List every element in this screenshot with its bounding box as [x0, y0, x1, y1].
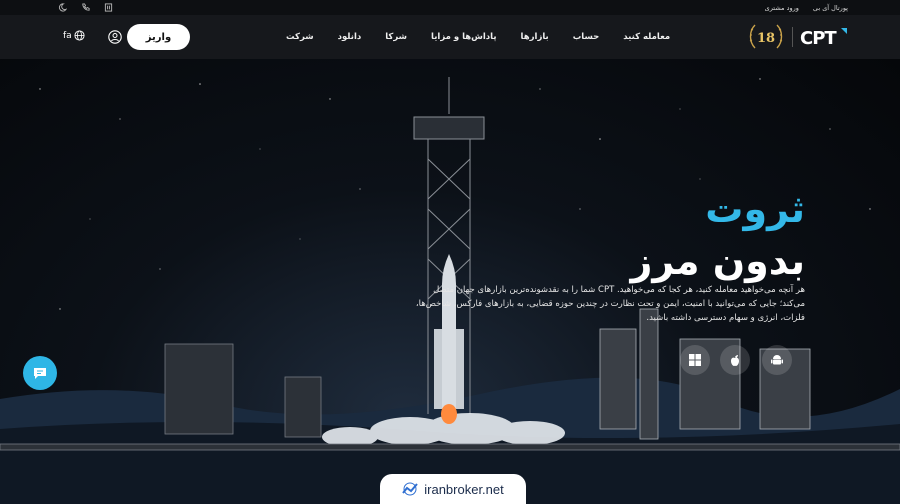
- badge-number: 18: [757, 31, 775, 46]
- logo-arrow-icon: [841, 28, 847, 34]
- apple-icon: [731, 355, 739, 366]
- main-menu: معامله کنید حساب بازارها پاداش‌ها و مزای…: [262, 32, 670, 42]
- building-icon[interactable]: [104, 3, 113, 12]
- hero-section: ثروت بدون مرز هر آنچه می‌خواهید معامله ک…: [0, 59, 900, 504]
- android-download-button[interactable]: [762, 345, 792, 375]
- cpt-logo[interactable]: CPT: [800, 28, 837, 49]
- menu-item-download[interactable]: دانلود: [338, 32, 362, 42]
- nav-divider: [792, 27, 793, 47]
- watermark-text: iranbroker.net: [424, 481, 504, 497]
- utility-icons: [58, 3, 113, 12]
- menu-item-account[interactable]: حساب: [573, 32, 600, 42]
- moon-icon[interactable]: [58, 3, 67, 12]
- language-label: fa: [63, 30, 72, 41]
- android-icon: [771, 355, 783, 365]
- deposit-button[interactable]: واریز: [127, 24, 190, 50]
- hero-title-line-2: بدون مرز: [630, 239, 805, 283]
- client-login-link[interactable]: ورود مشتری: [765, 4, 799, 12]
- menu-item-company[interactable]: شرکت: [286, 32, 314, 42]
- menu-item-trade[interactable]: معامله کنید: [623, 32, 670, 42]
- menu-item-partners[interactable]: شرکا: [385, 32, 407, 42]
- chat-icon: [34, 368, 46, 379]
- hero-description: هر آنچه می‌خواهید معامله کنید، هر کجا که…: [415, 285, 805, 323]
- top-utility-bar: پورتال آی بی ورود مشتری: [0, 0, 900, 15]
- windows-icon: [689, 354, 701, 366]
- main-navbar: fa واریز معامله کنید حساب بازارها پاداش‌…: [0, 15, 900, 59]
- ib-portal-link[interactable]: پورتال آی بی: [813, 4, 848, 12]
- language-switcher[interactable]: fa: [63, 30, 85, 41]
- menu-item-rewards[interactable]: پاداش‌ها و مزایا: [431, 32, 497, 42]
- utility-links: پورتال آی بی ورود مشتری: [765, 4, 848, 12]
- globe-icon: [74, 30, 85, 41]
- menu-item-markets[interactable]: بازارها: [521, 32, 549, 42]
- phone-icon[interactable]: [81, 3, 90, 12]
- chat-support-button[interactable]: [23, 356, 57, 390]
- iranbroker-watermark: iranbroker.net: [380, 474, 526, 504]
- user-icon[interactable]: [108, 30, 122, 44]
- ios-download-button[interactable]: [720, 345, 750, 375]
- windows-download-button[interactable]: [680, 345, 710, 375]
- hero-title-line-1: ثروت: [705, 187, 805, 231]
- chart-trend-icon: [402, 482, 419, 496]
- anniversary-badge-icon: 18: [749, 24, 783, 49]
